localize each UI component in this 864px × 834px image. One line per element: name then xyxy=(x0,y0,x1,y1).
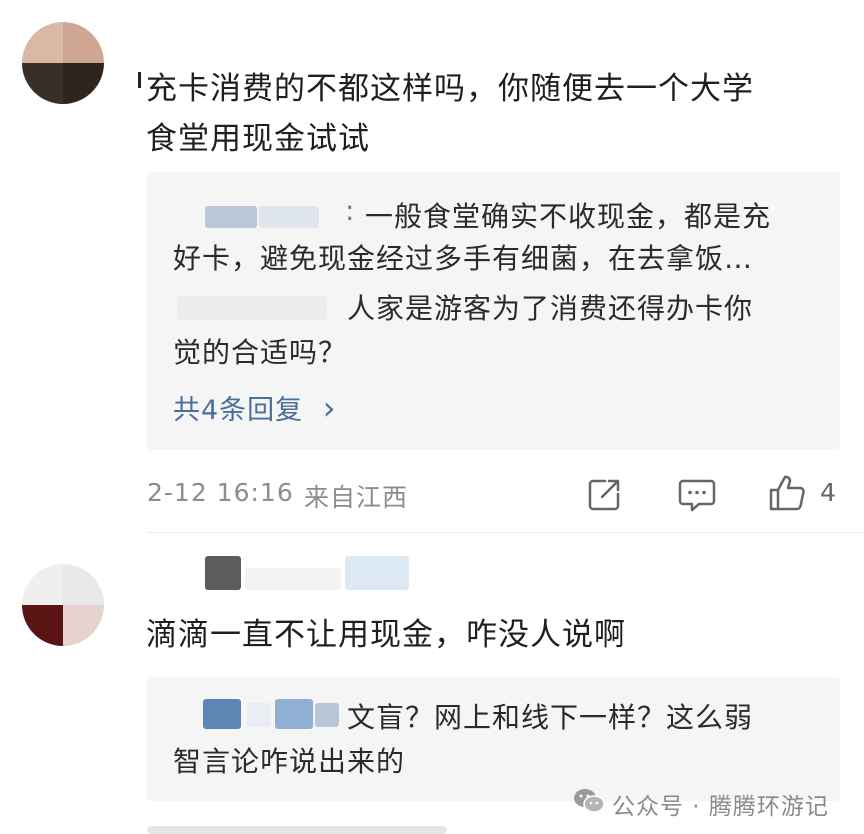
comment2-username-blur xyxy=(205,556,241,590)
wechat-icon xyxy=(572,786,606,816)
comment-icon[interactable] xyxy=(677,476,717,514)
watermark-text: 公众号 · 腾腾环游记 xyxy=(612,794,829,820)
chevron-right-icon: › xyxy=(322,389,337,427)
comment1-timestamp: 2-12 16:16 xyxy=(147,478,294,507)
reply-username-blur xyxy=(247,703,271,727)
reply-1-line1: 一般食堂确实不收现金，都是充 xyxy=(365,200,772,233)
reply-colon: : xyxy=(345,194,355,227)
more-replies-link[interactable]: 共4条回复 › xyxy=(173,388,337,427)
comment2-username-blur xyxy=(345,556,409,590)
share-icon[interactable] xyxy=(585,476,623,514)
avatar-comment2[interactable] xyxy=(22,564,104,646)
reply-3-line2: 智言论咋说出来的 xyxy=(173,745,406,778)
like-icon[interactable] xyxy=(767,473,807,513)
comment1-text-line2: 食堂用现金试试 xyxy=(146,121,370,157)
reply-username-blur xyxy=(203,699,241,729)
reply-2-line1: 人家是游客为了消费还得办卡你 xyxy=(347,292,754,325)
comment-divider xyxy=(147,532,864,533)
comment1-location: 来自江西 xyxy=(304,483,409,512)
text-cursor-mark xyxy=(138,72,141,88)
reply-username-blur xyxy=(205,206,257,228)
reply-username-blur xyxy=(315,703,339,727)
comment1-text-line1: 充卡消费的不都这样吗，你随便去一个大学 xyxy=(146,71,754,107)
reply-2-line2: 觉的合适吗？ xyxy=(173,336,348,369)
next-comment-meta-partial xyxy=(147,826,447,834)
more-replies-label: 共4条回复 xyxy=(173,395,304,426)
comment2-text: 滴滴一直不让用现金，咋没人说啊 xyxy=(146,617,626,653)
reply-3-line1: 文盲？网上和线下一样？这么弱 xyxy=(347,701,754,734)
reply-username-blur xyxy=(259,206,319,228)
reply-username-blur xyxy=(177,296,327,320)
reply-username-blur xyxy=(275,699,313,729)
comment1-reply-box[interactable]: : 一般食堂确实不收现金，都是充 好卡，避免现金经过多手有细菌，在去拿饭… 人家… xyxy=(147,172,840,450)
like-count: 4 xyxy=(820,478,837,507)
reply-1-line2: 好卡，避免现金经过多手有细菌，在去拿饭… xyxy=(173,242,754,275)
comment2-username-blur xyxy=(245,568,341,590)
comment2-reply-box[interactable]: 文盲？网上和线下一样？这么弱 智言论咋说出来的 xyxy=(147,677,840,801)
comment1-text: 充卡消费的不都这样吗，你随便去一个大学 食堂用现金试试 xyxy=(146,64,846,164)
avatar-comment1[interactable] xyxy=(22,22,104,104)
